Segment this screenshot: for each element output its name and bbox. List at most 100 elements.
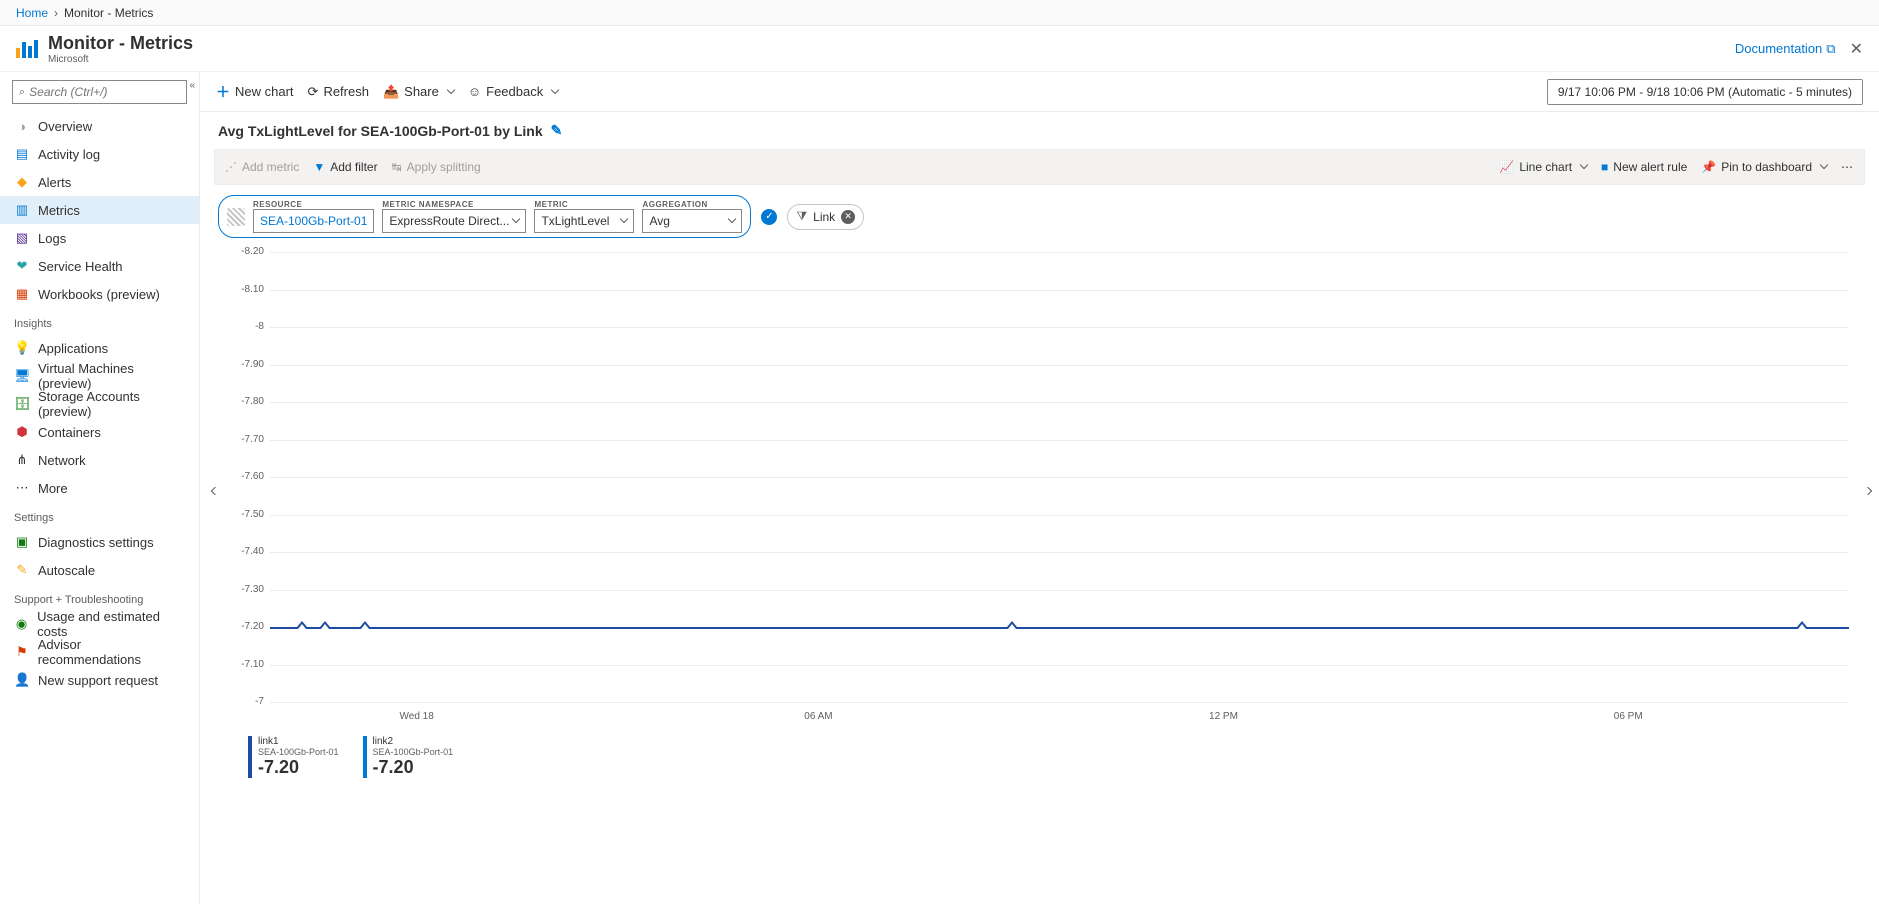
sidebar-item-advisor-recommendations[interactable]: ⚑Advisor recommendations xyxy=(0,638,199,666)
alert-icon: ■ xyxy=(1601,160,1608,174)
chevron-down-icon xyxy=(1820,161,1828,169)
scatter-icon: ⋰ xyxy=(225,160,237,174)
x-tick-label: 12 PM xyxy=(1209,711,1238,722)
refresh-button[interactable]: ⟳Refresh xyxy=(308,84,369,100)
add-filter-button[interactable]: ▼Add filter xyxy=(313,160,377,174)
chart-page-right[interactable] xyxy=(1861,483,1871,501)
page-header: Monitor - Metrics Microsoft Documentatio… xyxy=(0,26,1879,72)
chevron-right-icon: › xyxy=(54,6,58,20)
new-chart-button[interactable]: ＋New chart xyxy=(216,82,294,102)
time-range-picker[interactable]: 9/17 10:06 PM - 9/18 10:06 PM (Automatic… xyxy=(1547,79,1863,105)
metrics-icon xyxy=(16,40,40,58)
more-button[interactable]: ⋯ xyxy=(1841,160,1854,174)
containers-icon: ⬢ xyxy=(14,424,30,440)
search-input[interactable] xyxy=(29,85,186,99)
resource-select[interactable]: SEA-100Gb-Port-01 xyxy=(253,209,374,233)
chevron-down-icon xyxy=(1580,161,1588,169)
sidebar-item-overview[interactable]: ◑Overview xyxy=(0,112,199,140)
sidebar-item-storage-accounts-preview-[interactable]: 🗄 Storage Accounts (preview) xyxy=(0,390,199,418)
chevron-down-icon xyxy=(512,215,520,223)
documentation-link[interactable]: Documentation ⧉ xyxy=(1735,41,1836,57)
resource-label: RESOURCE xyxy=(253,200,374,209)
page-subtitle: Microsoft xyxy=(48,54,193,65)
chart-canvas: -8.20-8.10-8-7.90-7.80-7.70-7.60-7.50-7.… xyxy=(270,252,1849,702)
y-tick-label: -7.10 xyxy=(230,659,264,670)
chart-title: Avg TxLightLevel for SEA-100Gb-Port-01 b… xyxy=(218,123,543,139)
pin-dashboard-button[interactable]: 📌Pin to dashboard xyxy=(1701,160,1827,174)
y-tick-label: -8.10 xyxy=(230,284,264,295)
breadcrumb: Home › Monitor - Metrics xyxy=(0,0,1879,26)
search-box[interactable]: ⌕ xyxy=(12,80,187,104)
sidebar-item-label: Alerts xyxy=(38,175,71,190)
new-alert-button[interactable]: ■New alert rule xyxy=(1601,160,1687,174)
edit-icon[interactable]: ✎ xyxy=(551,122,563,139)
metric-label: METRIC xyxy=(534,200,634,209)
network-icon: ⋔ xyxy=(14,452,30,468)
plus-icon: ＋ xyxy=(216,82,230,102)
sidebar-item-metrics[interactable]: ▥Metrics xyxy=(0,196,199,224)
sidebar-item-logs[interactable]: ▧Logs xyxy=(0,224,199,252)
feedback-button[interactable]: ☺Feedback xyxy=(468,84,558,99)
remove-filter-icon[interactable]: ✕ xyxy=(841,210,855,224)
search-icon: ⌕ xyxy=(19,86,25,99)
storage-accounts-preview--icon: 🗄 xyxy=(14,396,30,412)
smile-icon: ☺ xyxy=(468,84,481,99)
page-title: Monitor - Metrics xyxy=(48,33,193,54)
filter-pill-link[interactable]: ⧩ Link ✕ xyxy=(787,204,864,230)
line-chart-icon: 📈 xyxy=(1499,160,1514,174)
share-button[interactable]: 📤Share xyxy=(383,84,454,100)
main-content: ＋New chart ⟳Refresh 📤Share ☺Feedback 9/1… xyxy=(200,72,1879,904)
sidebar-item-network[interactable]: ⋔Network xyxy=(0,446,199,474)
y-tick-label: -7.60 xyxy=(230,471,264,482)
legend-entry-link2[interactable]: link2 SEA-100Gb-Port-01 -7.20 xyxy=(363,736,454,778)
x-tick-label: Wed 18 xyxy=(400,711,434,722)
sidebar-item-workbooks-preview-[interactable]: ▦Workbooks (preview) xyxy=(0,280,199,308)
y-tick-label: -7.20 xyxy=(230,621,264,632)
sidebar-item-label: Storage Accounts (preview) xyxy=(38,389,185,419)
chart-title-row: Avg TxLightLevel for SEA-100Gb-Port-01 b… xyxy=(200,112,1879,149)
breadcrumb-home[interactable]: Home xyxy=(16,6,48,20)
sidebar-group-settings: Settings xyxy=(0,502,199,528)
resource-avatar-icon xyxy=(227,208,245,226)
sidebar-item-containers[interactable]: ⬢Containers xyxy=(0,418,199,446)
collapse-sidebar-button[interactable]: « xyxy=(189,80,195,91)
sidebar-item-activity-log[interactable]: ▤Activity log xyxy=(0,140,199,168)
usage-and-estimated-costs-icon: ◉ xyxy=(14,616,29,632)
apply-splitting-button[interactable]: ↹Apply splitting xyxy=(392,160,481,174)
chart-type-button[interactable]: 📈Line chart xyxy=(1499,160,1587,174)
namespace-select[interactable]: ExpressRoute Direct... xyxy=(382,209,526,233)
sidebar-group-insights: Insights xyxy=(0,308,199,334)
x-tick-label: 06 PM xyxy=(1614,711,1643,722)
chevron-down-icon xyxy=(447,85,455,93)
aggregation-select[interactable]: Avg xyxy=(642,209,742,233)
legend-entry-link1[interactable]: link1 SEA-100Gb-Port-01 -7.20 xyxy=(248,736,339,778)
data-marker xyxy=(297,621,307,627)
sidebar-item-service-health[interactable]: ❤Service Health xyxy=(0,252,199,280)
y-tick-label: -8.20 xyxy=(230,246,264,257)
sidebar-item-diagnostics-settings[interactable]: ▣Diagnostics settings xyxy=(0,528,199,556)
sidebar-item-virtual-machines-preview-[interactable]: 🖥Virtual Machines (preview) xyxy=(0,362,199,390)
sidebar-item-alerts[interactable]: ◆Alerts xyxy=(0,168,199,196)
sidebar-item-applications[interactable]: 💡Applications xyxy=(0,334,199,362)
sidebar-item-label: New support request xyxy=(38,673,158,688)
sidebar-item-new-support-request[interactable]: 👤New support request xyxy=(0,666,199,694)
y-tick-label: -7.50 xyxy=(230,509,264,520)
sidebar-item-more[interactable]: ⋯More xyxy=(0,474,199,502)
sidebar-item-usage-and-estimated-costs[interactable]: ◉ Usage and estimated costs xyxy=(0,610,199,638)
metric-select[interactable]: TxLightLevel xyxy=(534,209,634,233)
virtual-machines-preview--icon: 🖥 xyxy=(14,368,30,384)
close-button[interactable]: ✕ xyxy=(1850,39,1863,59)
sidebar-item-label: Workbooks (preview) xyxy=(38,287,160,302)
chart-page-left[interactable] xyxy=(208,483,218,501)
chevron-down-icon xyxy=(620,215,628,223)
y-tick-label: -7.80 xyxy=(230,396,264,407)
sidebar-item-label: Service Health xyxy=(38,259,123,274)
chart-toolbar: ⋰Add metric ▼Add filter ↹Apply splitting… xyxy=(214,149,1865,185)
logs-icon: ▧ xyxy=(14,230,30,246)
sidebar-item-autoscale[interactable]: ✎Autoscale xyxy=(0,556,199,584)
sidebar-item-label: Usage and estimated costs xyxy=(37,609,185,639)
x-tick-label: 06 AM xyxy=(804,711,832,722)
chevron-right-icon xyxy=(1864,487,1872,495)
add-metric-button[interactable]: ⋰Add metric xyxy=(225,160,299,174)
aggregation-label: AGGREGATION xyxy=(642,200,742,209)
